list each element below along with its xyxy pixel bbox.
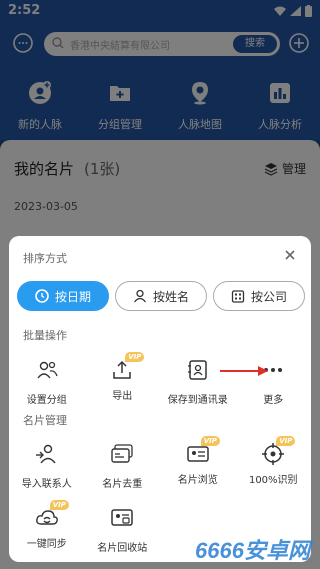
card-recycle-bin-button[interactable]: 名片回收站: [85, 506, 161, 554]
watermark-text: 安卓网: [243, 538, 310, 563]
sort-by-date-button[interactable]: 按日期: [17, 281, 109, 311]
export-icon-wrap: VIP: [110, 352, 145, 382]
set-group-label: 设置分组: [26, 395, 67, 406]
card-actions-row-1: 导入联系人 名片去重 VIP 名片浏览 VIP 100%识别: [9, 436, 312, 490]
person-icon: [133, 289, 146, 303]
red-arrow-annotation: [220, 366, 268, 376]
save-to-contacts-label: 保存到通讯录: [167, 395, 228, 406]
sort-options-sheet: 排序方式 按日期 按姓名 按公司 批量操作 设置分组 VIP 导出 保存到通讯录…: [9, 236, 311, 562]
full-recognition-label: 100%识别: [248, 475, 298, 486]
target-icon-wrap: VIP: [261, 436, 296, 466]
browse-cards-label: 名片浏览: [177, 475, 218, 486]
dedupe-cards-button[interactable]: 名片去重: [85, 442, 161, 490]
close-icon[interactable]: [283, 248, 297, 262]
export-label: 导出: [112, 391, 133, 402]
sort-by-company-button[interactable]: 按公司: [213, 281, 305, 311]
import-contact-icon: [35, 444, 56, 464]
more-label: 更多: [263, 395, 284, 406]
building-icon: [231, 290, 245, 303]
one-click-sync-label: 一键同步: [26, 539, 67, 550]
import-contacts-label: 导入联系人: [21, 479, 72, 490]
set-group-button[interactable]: 设置分组: [9, 358, 85, 406]
sort-by-name-button[interactable]: 按姓名: [115, 281, 207, 311]
browse-icon-wrap: VIP: [186, 436, 220, 466]
card-section-label: 名片管理: [23, 414, 67, 427]
card-recycle-bin-label: 名片回收站: [97, 543, 148, 554]
full-recognition-button[interactable]: VIP 100%识别: [236, 436, 312, 490]
sort-by-company-label: 按公司: [250, 289, 287, 304]
group-users-icon: [37, 361, 58, 379]
sort-options: 按日期 按姓名 按公司: [17, 281, 305, 311]
vip-badge: VIP: [125, 352, 145, 362]
import-contacts-button[interactable]: 导入联系人: [9, 442, 85, 490]
vip-badge: VIP: [276, 436, 296, 446]
dedupe-card-icon: [111, 444, 133, 463]
sync-icon-wrap: VIP: [35, 500, 69, 530]
watermark-number: 6666: [195, 538, 244, 563]
batch-section-label: 批量操作: [23, 329, 67, 342]
export-button[interactable]: VIP 导出: [85, 352, 161, 406]
browse-cards-button[interactable]: VIP 名片浏览: [160, 436, 236, 490]
dedupe-cards-label: 名片去重: [102, 479, 143, 490]
contact-card-icon: [187, 360, 207, 380]
sort-by-name-label: 按姓名: [152, 289, 189, 304]
vip-badge: VIP: [49, 500, 69, 510]
sheet-title: 排序方式: [23, 252, 67, 265]
vip-badge: VIP: [200, 436, 220, 446]
sort-by-date-label: 按日期: [54, 289, 91, 304]
clock-icon: [35, 289, 49, 303]
one-click-sync-button[interactable]: VIP 一键同步: [9, 500, 85, 554]
site-watermark: 6666安卓网: [195, 533, 310, 565]
recycle-card-icon: [111, 509, 133, 526]
